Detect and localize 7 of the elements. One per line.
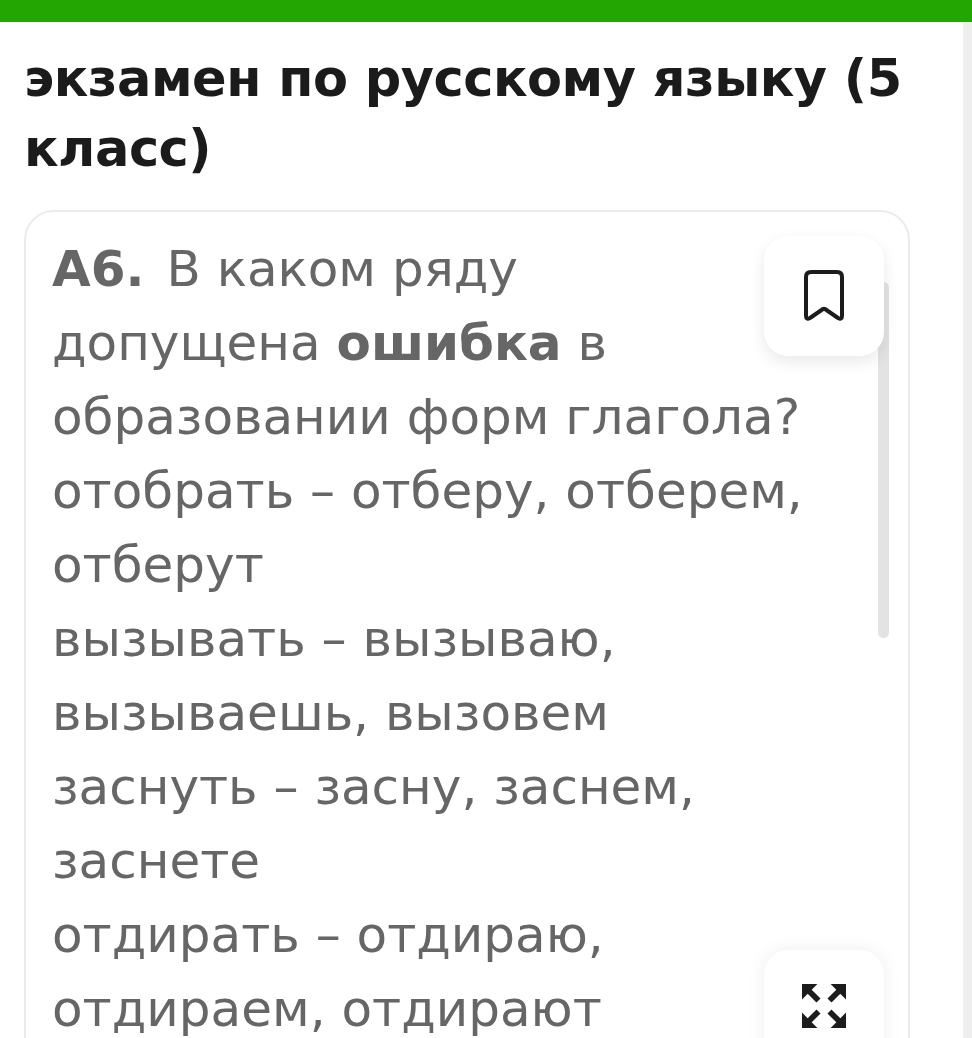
- question-text: А6. В каком ряду допущена ошибка в образовании форм глагола?: [52, 240, 801, 446]
- bookmark-icon: [804, 270, 844, 322]
- option-text: отдирать – отдираю, отдираем, отдирают: [52, 906, 604, 1038]
- page-heading: экзамен по русскому языку (5 класс): [24, 48, 903, 180]
- expand-icon: [802, 984, 846, 1028]
- bookmark-button[interactable]: [764, 236, 884, 356]
- expand-button[interactable]: [764, 950, 884, 1038]
